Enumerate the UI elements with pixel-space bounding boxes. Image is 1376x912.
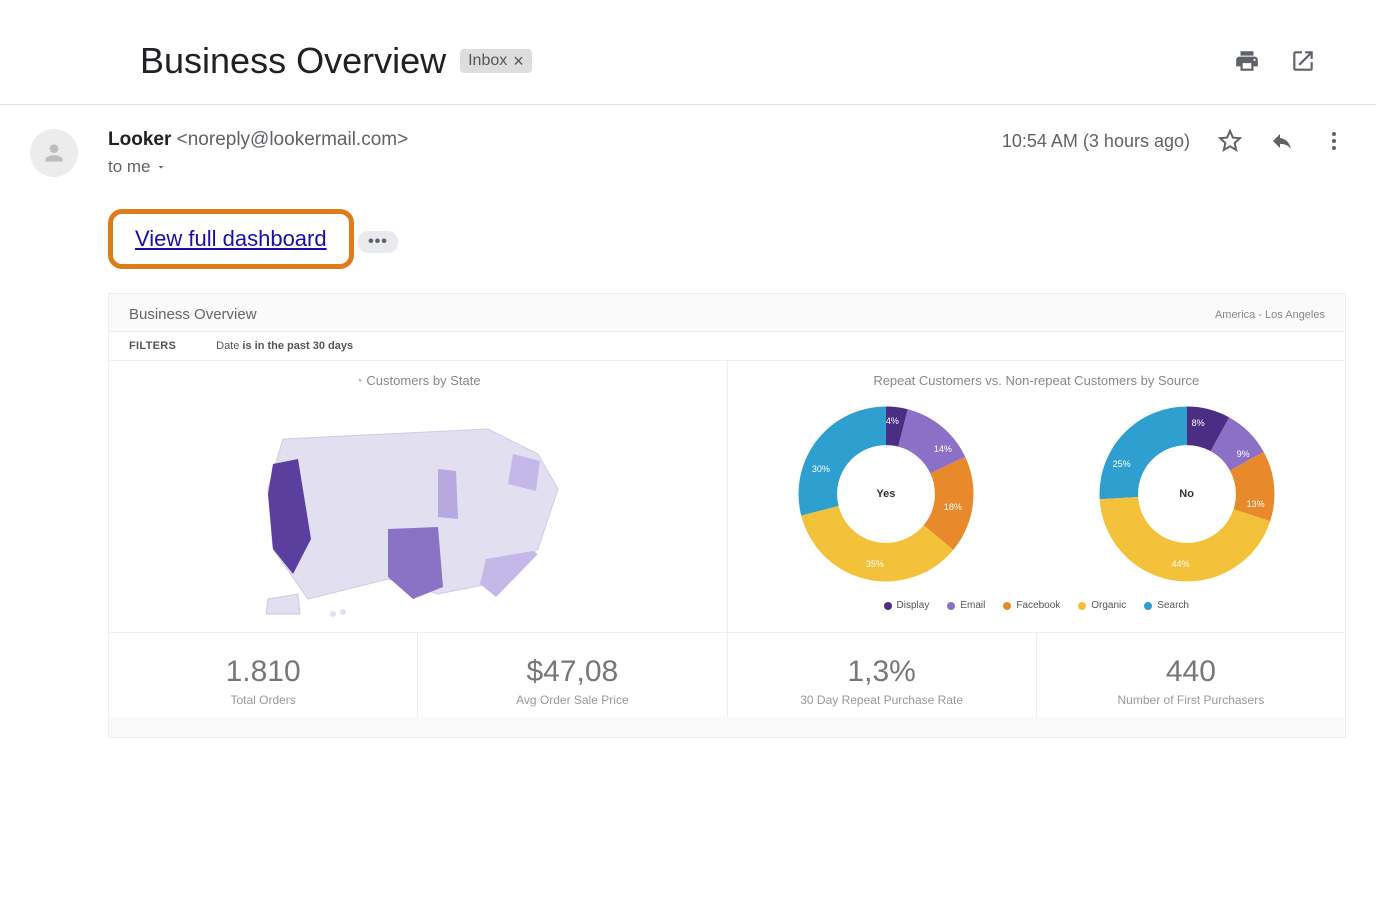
donut-yes-center: Yes bbox=[796, 404, 976, 584]
legend-email: Email bbox=[960, 600, 985, 611]
donut-panel-title: Repeat Customers vs. Non-repeat Customer… bbox=[736, 373, 1338, 388]
metric-repeat-rate: 1,3% 30 Day Repeat Purchase Rate bbox=[728, 633, 1037, 717]
message-meta-row: Looker <noreply@lookermail.com> to me 10… bbox=[0, 105, 1376, 177]
timestamp: 10:54 AM (3 hours ago) bbox=[1002, 131, 1190, 152]
metric-lbl: 30 Day Repeat Purchase Rate bbox=[732, 693, 1032, 707]
star-icon[interactable] bbox=[1218, 129, 1242, 153]
show-trimmed-button[interactable]: ••• bbox=[358, 231, 398, 253]
metric-val: 1,3% bbox=[732, 655, 1032, 689]
sender-name: Looker bbox=[108, 129, 171, 150]
map-panel-title: Customers by State bbox=[366, 373, 480, 388]
metric-val: 1.810 bbox=[113, 655, 413, 689]
metric-lbl: Number of First Purchasers bbox=[1041, 693, 1341, 707]
reply-icon[interactable] bbox=[1270, 129, 1294, 153]
sender-email: <noreply@lookermail.com> bbox=[177, 129, 409, 150]
inbox-chip[interactable]: Inbox × bbox=[460, 49, 532, 73]
chevron-down-icon bbox=[155, 161, 167, 173]
open-in-new-icon[interactable] bbox=[1290, 48, 1316, 74]
donut-yes-org-pct: 35% bbox=[866, 559, 884, 569]
donut-no: No 8% 9% 13% 44% 25% bbox=[1097, 404, 1277, 584]
dashboard-title: Business Overview bbox=[129, 306, 257, 323]
email-header: Business Overview Inbox × bbox=[30, 40, 1346, 82]
email-subject: Business Overview bbox=[140, 40, 446, 82]
metric-avg-sale: $47,08 Avg Order Sale Price bbox=[418, 633, 727, 717]
donut-yes-fb-pct: 18% bbox=[944, 502, 962, 512]
legend-search: Search bbox=[1157, 600, 1189, 611]
donut-no-search-pct: 25% bbox=[1113, 459, 1131, 469]
metric-lbl: Total Orders bbox=[113, 693, 413, 707]
inbox-chip-label: Inbox bbox=[468, 52, 507, 70]
dashboard-embed: Business Overview America - Los Angeles … bbox=[108, 293, 1346, 738]
metric-first-purchasers: 440 Number of First Purchasers bbox=[1037, 633, 1345, 717]
us-map-icon bbox=[238, 399, 598, 619]
legend-facebook: Facebook bbox=[1016, 600, 1060, 611]
filter-text: Date is in the past 30 days bbox=[216, 340, 353, 352]
metric-val: 440 bbox=[1041, 655, 1341, 689]
metric-val: $47,08 bbox=[422, 655, 722, 689]
metric-total-orders: 1.810 Total Orders bbox=[109, 633, 418, 717]
filter-prefix: Date bbox=[216, 340, 242, 352]
filters-row: FILTERS Date is in the past 30 days bbox=[109, 331, 1345, 361]
donut-yes-search-pct: 30% bbox=[812, 464, 830, 474]
person-icon bbox=[41, 140, 67, 166]
close-icon[interactable]: × bbox=[513, 52, 524, 70]
legend-organic: Organic bbox=[1091, 600, 1126, 611]
more-vert-icon[interactable] bbox=[1322, 129, 1346, 153]
sender-line: Looker <noreply@lookermail.com> bbox=[108, 129, 408, 151]
view-dashboard-highlight: View full dashboard bbox=[108, 209, 354, 269]
ellipsis-icon: ••• bbox=[368, 233, 388, 251]
donut-no-fb-pct: 13% bbox=[1247, 499, 1265, 509]
donut-no-center: No bbox=[1097, 404, 1277, 584]
donut-yes-display-pct: 4% bbox=[886, 416, 899, 426]
state-texas bbox=[388, 527, 443, 599]
donut-yes-email-pct: 14% bbox=[934, 444, 952, 454]
metrics-row: 1.810 Total Orders $47,08 Avg Order Sale… bbox=[109, 633, 1345, 717]
panel-customers-by-state: ◔ Customers by State bbox=[109, 361, 727, 632]
state-illinois bbox=[438, 469, 458, 519]
metric-lbl: Avg Order Sale Price bbox=[422, 693, 722, 707]
view-dashboard-link[interactable]: View full dashboard bbox=[135, 226, 327, 251]
filter-bold: is in the past 30 days bbox=[242, 340, 353, 352]
print-icon[interactable] bbox=[1234, 48, 1260, 74]
to-text: to me bbox=[108, 157, 151, 177]
donut-yes: Yes 4% 14% 18% 35% 30% bbox=[796, 404, 976, 584]
avatar bbox=[30, 129, 78, 177]
donut-legend: Display Email Facebook Organic Search bbox=[736, 594, 1338, 611]
panel-repeat-customers: Repeat Customers vs. Non-repeat Customer… bbox=[727, 361, 1346, 632]
donut-no-email-pct: 9% bbox=[1237, 449, 1250, 459]
donut-no-display-pct: 8% bbox=[1192, 418, 1205, 428]
to-line[interactable]: to me bbox=[108, 157, 408, 177]
filters-label: FILTERS bbox=[129, 340, 176, 352]
state-alaska bbox=[266, 594, 300, 614]
donut-no-org-pct: 44% bbox=[1172, 559, 1190, 569]
legend-display: Display bbox=[897, 600, 930, 611]
dashboard-timezone: America - Los Angeles bbox=[1215, 309, 1325, 321]
